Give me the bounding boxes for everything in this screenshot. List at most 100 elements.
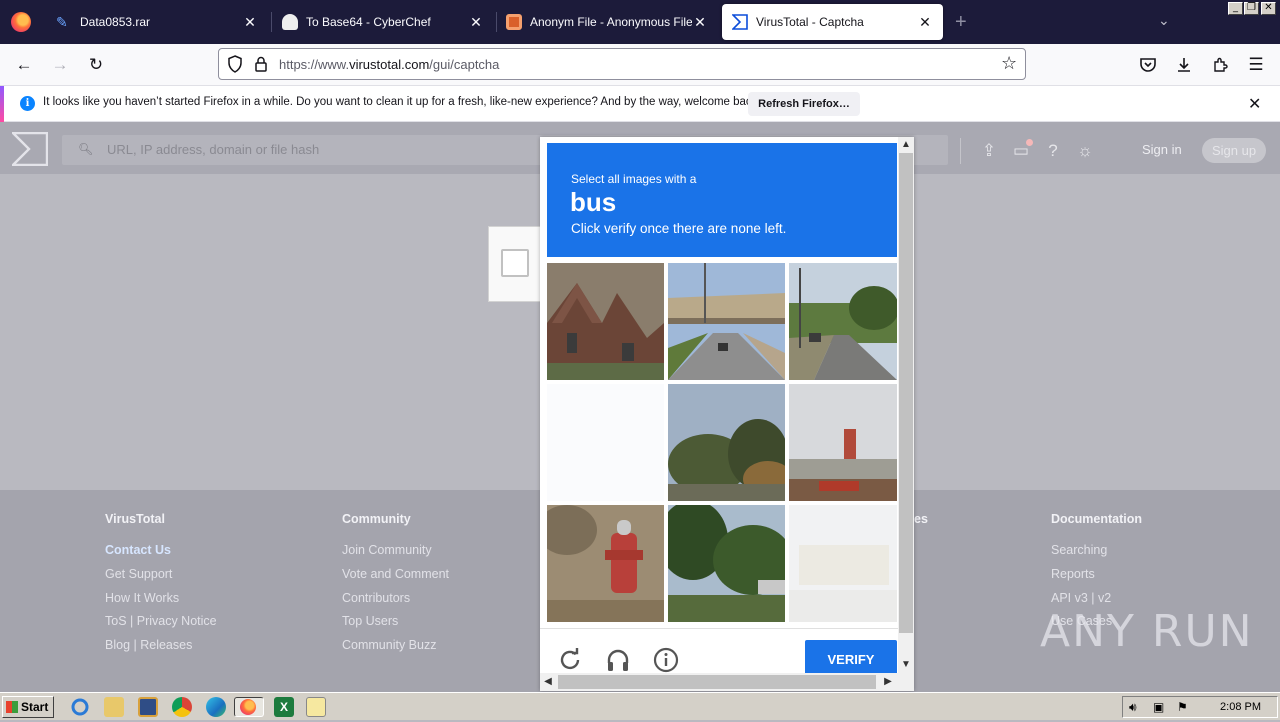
excel-icon[interactable]: X (274, 697, 294, 717)
anonymfile-icon (506, 14, 522, 30)
captcha-image-tile[interactable] (547, 505, 664, 622)
vt-search-input[interactable]: URL, IP address, domain or file hash (107, 142, 319, 157)
footer-link[interactable]: How It Works (105, 590, 217, 614)
restore-icon[interactable]: ❐ (1244, 2, 1259, 15)
footer-link[interactable]: Vote and Comment (342, 566, 449, 590)
minimize-icon[interactable]: _ (1228, 2, 1243, 15)
captcha-image-tile[interactable] (668, 384, 785, 501)
virustotal-logo-icon[interactable] (10, 131, 49, 167)
firefox-taskbar-icon[interactable] (234, 697, 264, 717)
footer-link[interactable]: Contributors (342, 590, 449, 614)
flag-icon[interactable]: ⚑ (1177, 700, 1188, 714)
footer-link[interactable]: Join Community (342, 542, 449, 566)
captcha-image-tile[interactable] (668, 263, 785, 380)
footer-link[interactable]: Top Users (342, 613, 449, 637)
lock-icon[interactable] (254, 56, 268, 77)
volume-icon[interactable]: 🔊︎ (1129, 700, 1137, 715)
captcha-image-tile[interactable] (789, 505, 897, 622)
url-text[interactable]: https://www.virustotal.com/gui/captcha (279, 57, 499, 72)
new-tab-icon[interactable]: + (955, 11, 967, 34)
captcha-checkbox[interactable] (501, 249, 529, 277)
close-tab-icon[interactable]: ✕ (242, 14, 258, 31)
notepad-icon[interactable] (306, 697, 326, 717)
horizontal-scrollbar[interactable]: ◀ ▶ (540, 673, 914, 691)
notification-dot (1026, 139, 1033, 146)
footer-link[interactable]: Reports (1051, 566, 1142, 590)
sign-up-button[interactable]: Sign up (1202, 138, 1266, 163)
footer-link[interactable]: Get Support (105, 566, 217, 590)
tab-strip: ✎ Data0853.rar ✕ To Base64 - CyberChef ✕… (0, 0, 1280, 44)
vertical-scrollbar[interactable]: ▲ ▼ (898, 137, 914, 673)
hcaptcha-checkbox-card (488, 226, 542, 302)
captcha-prompt-header: Select all images with a bus Click verif… (547, 143, 897, 257)
scroll-up-icon[interactable]: ▲ (898, 137, 914, 153)
app-menu-icon[interactable]: ☰ (1242, 52, 1270, 78)
reload-icon[interactable]: ↻ (82, 52, 110, 78)
shield-icon[interactable] (227, 55, 243, 78)
tab-virustotal[interactable]: VirusTotal - Captcha ✕ (722, 4, 943, 40)
tab-data0853[interactable]: ✎ Data0853.rar ✕ (46, 4, 268, 40)
audio-challenge-icon[interactable] (605, 647, 631, 673)
tab-cyberchef[interactable]: To Base64 - CyberChef ✕ (272, 4, 494, 40)
footer-heading: es (914, 512, 928, 526)
footer-col-virustotal: VirusTotal Contact Us Get Support How It… (105, 512, 217, 661)
captcha-divider (540, 628, 898, 629)
captcha-image-tile[interactable] (668, 505, 785, 622)
footer-link[interactable]: ToS | Privacy Notice (105, 613, 217, 637)
info-icon[interactable] (653, 647, 679, 673)
notification-accent (0, 86, 4, 122)
cyberchef-icon (282, 14, 298, 30)
refresh-firefox-button[interactable]: Refresh Firefox… (748, 92, 860, 116)
network-icon[interactable]: ▣ (1153, 700, 1164, 714)
captcha-image-tile[interactable] (547, 263, 664, 380)
theme-sun-icon[interactable]: ☼ (1074, 140, 1096, 162)
captcha-target-word: bus (570, 187, 617, 217)
sign-in-link[interactable]: Sign in (1142, 142, 1182, 157)
extensions-icon[interactable] (1206, 52, 1234, 78)
scroll-left-icon[interactable]: ◀ (540, 673, 556, 691)
address-bar[interactable]: https://www.virustotal.com/gui/captcha ☆ (218, 48, 1026, 80)
footer-link[interactable]: Blog | Releases (105, 637, 217, 661)
close-tab-icon[interactable]: ✕ (468, 14, 484, 31)
footer-link[interactable]: Community Buzz (342, 637, 449, 661)
chrome-icon[interactable] (172, 697, 192, 717)
upload-icon[interactable]: ⇪ (978, 140, 1000, 162)
start-button[interactable]: Start (2, 696, 54, 718)
tab-label: Data0853.rar (80, 15, 151, 29)
firefox-menu-icon[interactable] (11, 12, 31, 32)
internet-explorer-icon[interactable] (70, 697, 90, 717)
notification-bar: i It looks like you haven’t started Fire… (0, 86, 1280, 122)
downloads-icon[interactable] (1170, 52, 1198, 78)
tab-anonymfile[interactable]: Anonym File - Anonymous File Uplo ✕ (496, 4, 718, 40)
notification-message: It looks like you haven’t started Firefo… (43, 96, 761, 108)
tab-label: To Base64 - CyberChef (306, 15, 431, 29)
captcha-image-tile[interactable] (789, 384, 897, 501)
refresh-challenge-icon[interactable] (557, 647, 583, 673)
edge-icon[interactable] (206, 697, 226, 717)
pocket-icon[interactable] (1134, 52, 1162, 78)
close-window-icon[interactable]: ✕ (1261, 2, 1276, 15)
forward-icon[interactable]: → (46, 52, 74, 78)
close-tab-icon[interactable]: ✕ (692, 14, 708, 31)
help-icon[interactable]: ? (1042, 140, 1064, 162)
captcha-instruction: Select all images with a (571, 172, 697, 186)
clock: 2:08 PM (1220, 701, 1261, 713)
footer-link[interactable]: Contact Us (105, 542, 217, 566)
captcha-image-tile[interactable] (789, 263, 897, 380)
scroll-down-icon[interactable]: ▼ (898, 657, 914, 673)
scrollbar-thumb[interactable] (899, 153, 913, 633)
scrollbar-thumb[interactable] (558, 675, 876, 689)
captcha-image-tile[interactable] (547, 384, 664, 501)
paperclip-icon: ✎ (56, 14, 68, 30)
bookmark-star-icon[interactable]: ☆ (1001, 53, 1017, 74)
back-icon[interactable]: ← (10, 52, 38, 78)
media-player-icon[interactable] (138, 697, 158, 717)
file-explorer-icon[interactable] (104, 697, 124, 717)
close-notification-icon[interactable]: ✕ (1248, 94, 1261, 114)
footer-heading: VirusTotal (105, 512, 165, 526)
list-all-tabs-icon[interactable]: ⌄ (1158, 12, 1170, 29)
scroll-right-icon[interactable]: ▶ (880, 673, 896, 691)
close-tab-icon[interactable]: ✕ (917, 14, 933, 31)
taskbar: Start X 🔊︎ ▣ ⚑ 2:08 PM (0, 692, 1280, 720)
footer-link[interactable]: Searching (1051, 542, 1142, 566)
